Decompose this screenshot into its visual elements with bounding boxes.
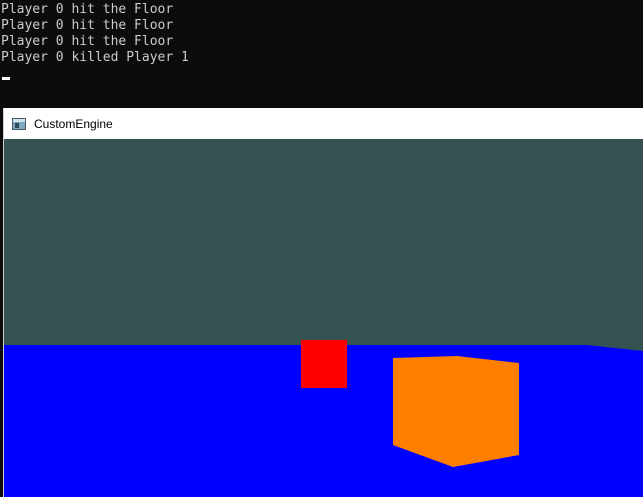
- 3d-scene[interactable]: [4, 139, 643, 497]
- window-titlebar[interactable]: CustomEngine: [4, 108, 643, 139]
- render-viewport[interactable]: [4, 139, 643, 497]
- window-title: CustomEngine: [34, 116, 113, 131]
- console-line: Player 0 hit the Floor: [1, 18, 174, 33]
- application-window-icon[interactable]: [12, 117, 26, 130]
- console-cursor: [1, 66, 643, 85]
- console-line: Player 0 killed Player 1: [1, 50, 189, 65]
- console-output: Player 0 hit the Floor Player 0 hit the …: [0, 0, 643, 110]
- console-line: Player 0 hit the Floor: [1, 34, 174, 49]
- console-line: Player 0 hit the Floor: [1, 2, 174, 17]
- red-cube: [301, 340, 347, 388]
- orange-cube: [393, 356, 519, 467]
- game-window[interactable]: CustomEngine: [3, 108, 643, 497]
